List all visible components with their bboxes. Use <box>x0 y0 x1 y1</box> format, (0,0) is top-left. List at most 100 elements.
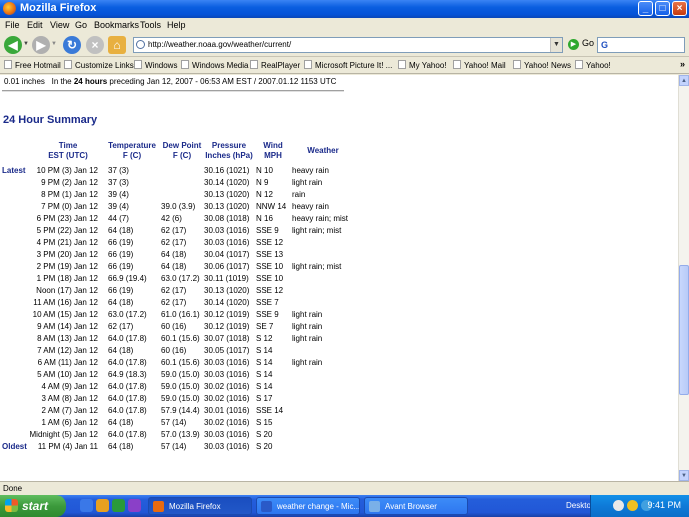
divider <box>2 90 344 92</box>
cell-time: 9 AM (14) Jan 12 <box>37 322 98 331</box>
cell-pressure: 30.03 (1016) <box>204 442 250 451</box>
search-engine-icon: G <box>601 40 609 50</box>
bookmark-yahoo-news[interactable]: Yahoo! News <box>513 60 571 70</box>
cell-temperature: 63.0 (17.2) <box>108 310 147 319</box>
menu-bookmarks[interactable]: Bookmarks <box>94 20 139 30</box>
title-bar[interactable]: Mozilla Firefox _ □ × <box>0 0 689 18</box>
header-time-line1: Time <box>58 141 78 150</box>
cell-pressure: 30.02 (1016) <box>204 394 250 403</box>
task-label: weather change - Mic... <box>277 502 360 511</box>
home-icon[interactable]: ⌂ <box>108 36 126 54</box>
cell-temperature: 66 (19) <box>108 238 134 247</box>
bookmark-customize-links[interactable]: Customize Links <box>64 60 134 70</box>
page-icon <box>304 60 312 69</box>
cell-weather: light rain <box>292 358 323 367</box>
menu-edit[interactable]: Edit <box>27 20 43 30</box>
search-box[interactable]: G <box>597 37 685 53</box>
cell-temperature: 64.0 (17.8) <box>108 358 147 367</box>
cell-wind: SSE 14 <box>256 406 284 415</box>
table-row: 6 PM (23) Jan 12 44 (7) 42 (6) 30.08 (1018)… <box>0 214 678 226</box>
minimize-button[interactable]: _ <box>638 1 653 16</box>
start-button[interactable]: start <box>0 495 66 517</box>
status-bar: Done <box>0 481 689 495</box>
network-tray-icon[interactable] <box>613 500 624 511</box>
cell-time: Noon (17) Jan 12 <box>36 286 98 295</box>
desktop-quicklaunch-icon[interactable] <box>112 499 125 512</box>
avant-icon <box>369 501 380 512</box>
bookmark-windows[interactable]: Windows <box>134 60 177 70</box>
menu-view[interactable]: View <box>50 20 69 30</box>
cell-temperature: 64.0 (17.8) <box>108 382 147 391</box>
menu-help[interactable]: Help <box>167 20 186 30</box>
oldest-label: Oldest <box>2 442 27 451</box>
ie-quicklaunch-icon[interactable] <box>80 499 93 512</box>
task-avant-browser[interactable]: Avant Browser <box>364 497 468 515</box>
security-tray-icon[interactable] <box>627 500 638 511</box>
task-weather-change[interactable]: weather change - Mic... <box>256 497 360 515</box>
table-row: 4 AM (9) Jan 12 64.0 (17.8) 59.0 (15.0) 30.… <box>0 382 678 394</box>
task-label: Avant Browser <box>385 502 437 511</box>
vertical-scrollbar[interactable]: ▲ ▼ <box>678 75 689 481</box>
table-row: 7 AM (12) Jan 12 64 (18) 60 (16) 30.05 (101… <box>0 346 678 358</box>
cell-temperature: 64.0 (17.8) <box>108 394 147 403</box>
cell-pressure: 30.03 (1016) <box>204 226 250 235</box>
app-quicklaunch-icon[interactable] <box>128 499 141 512</box>
bookmark-free-hotmail[interactable]: Free Hotmail <box>4 60 61 70</box>
cell-time: 6 AM (11) Jan 12 <box>37 358 98 367</box>
url-dropdown-icon[interactable]: ▼ <box>550 38 562 52</box>
go-button[interactable]: ▶ Go <box>568 38 594 50</box>
precip-text-b: preceding Jan 12, 2007 - 06:53 AM EST / … <box>109 77 337 86</box>
cell-wind: N 12 <box>256 190 273 199</box>
header-dew-line1: Dew Point <box>162 141 202 150</box>
table-row: 3 AM (8) Jan 12 64.0 (17.8) 59.0 (15.0) 30.… <box>0 394 678 406</box>
back-icon[interactable]: ◀ <box>4 36 22 54</box>
cell-dew-point: 57 (14) <box>161 442 187 451</box>
cell-weather: heavy rain; mist <box>292 214 349 223</box>
scroll-down-icon[interactable]: ▼ <box>679 470 689 481</box>
cell-dew-point: 60.1 (15.6) <box>161 358 200 367</box>
back-dropdown-icon[interactable]: ▼ <box>23 41 29 47</box>
cell-dew-point: 62 (17) <box>161 286 187 295</box>
stop-icon[interactable]: × <box>86 36 104 54</box>
menu-tools[interactable]: Tools <box>140 20 161 30</box>
forward-icon[interactable]: ▶ <box>32 36 50 54</box>
maximize-button[interactable]: □ <box>655 1 670 16</box>
firefox-icon <box>153 501 164 512</box>
header-temperature: Temperature F (C) <box>106 141 158 161</box>
menu-go[interactable]: Go <box>75 20 87 30</box>
menu-file[interactable]: File <box>5 20 20 30</box>
forward-dropdown-icon[interactable]: ▼ <box>51 41 57 47</box>
cell-wind: SSE 7 <box>256 298 279 307</box>
task-mozilla-firefox[interactable]: Mozilla Firefox <box>148 497 252 515</box>
address-bar[interactable]: http://weather.noaa.gov/weather/current/… <box>133 37 563 53</box>
bookmarks-overflow-icon[interactable]: » <box>680 59 685 69</box>
media-quicklaunch-icon[interactable] <box>96 499 109 512</box>
scroll-up-icon[interactable]: ▲ <box>679 75 689 86</box>
bookmark-windows-media[interactable]: Windows Media <box>181 60 248 70</box>
cell-pressure: 30.07 (1018) <box>204 334 250 343</box>
cell-pressure: 30.16 (1021) <box>204 166 250 175</box>
section-title: 24 Hour Summary <box>3 114 98 126</box>
cell-weather: light rain <box>292 334 323 343</box>
table-row: 1 PM (18) Jan 12 66.9 (19.4) 63.0 (17.2) 30… <box>0 274 678 286</box>
bookmark-label: Yahoo! <box>586 61 611 70</box>
cell-temperature: 66.9 (19.4) <box>108 274 147 283</box>
cell-pressure: 30.14 (1020) <box>204 298 250 307</box>
bookmark-realplayer[interactable]: RealPlayer <box>250 60 300 70</box>
cell-wind: SE 7 <box>256 322 274 331</box>
scroll-thumb[interactable] <box>679 265 689 395</box>
cell-dew-point: 61.0 (16.1) <box>161 310 200 319</box>
precipitation-line: 0.01 inches In the 24 hours preceding Ja… <box>4 77 336 86</box>
table-row: 1 AM (6) Jan 12 64 (18) 57 (14) 30.02 (1016… <box>0 418 678 430</box>
precip-value: 0.01 inches <box>4 77 45 86</box>
bookmark-yahoo-mail[interactable]: Yahoo! Mail <box>453 60 506 70</box>
cell-time: Midnight (5) Jan 12 <box>29 430 98 439</box>
cell-dew-point: 64 (18) <box>161 262 187 271</box>
bookmark-my-yahoo[interactable]: My Yahoo! <box>398 60 447 70</box>
close-button[interactable]: × <box>672 1 687 16</box>
cell-wind: S 12 <box>256 334 273 343</box>
bookmark-microsoft-picture-it[interactable]: Microsoft Picture It! ... <box>304 60 392 70</box>
cell-wind: S 17 <box>256 394 273 403</box>
bookmark-yahoo[interactable]: Yahoo! <box>575 60 611 70</box>
reload-icon[interactable]: ↻ <box>63 36 81 54</box>
